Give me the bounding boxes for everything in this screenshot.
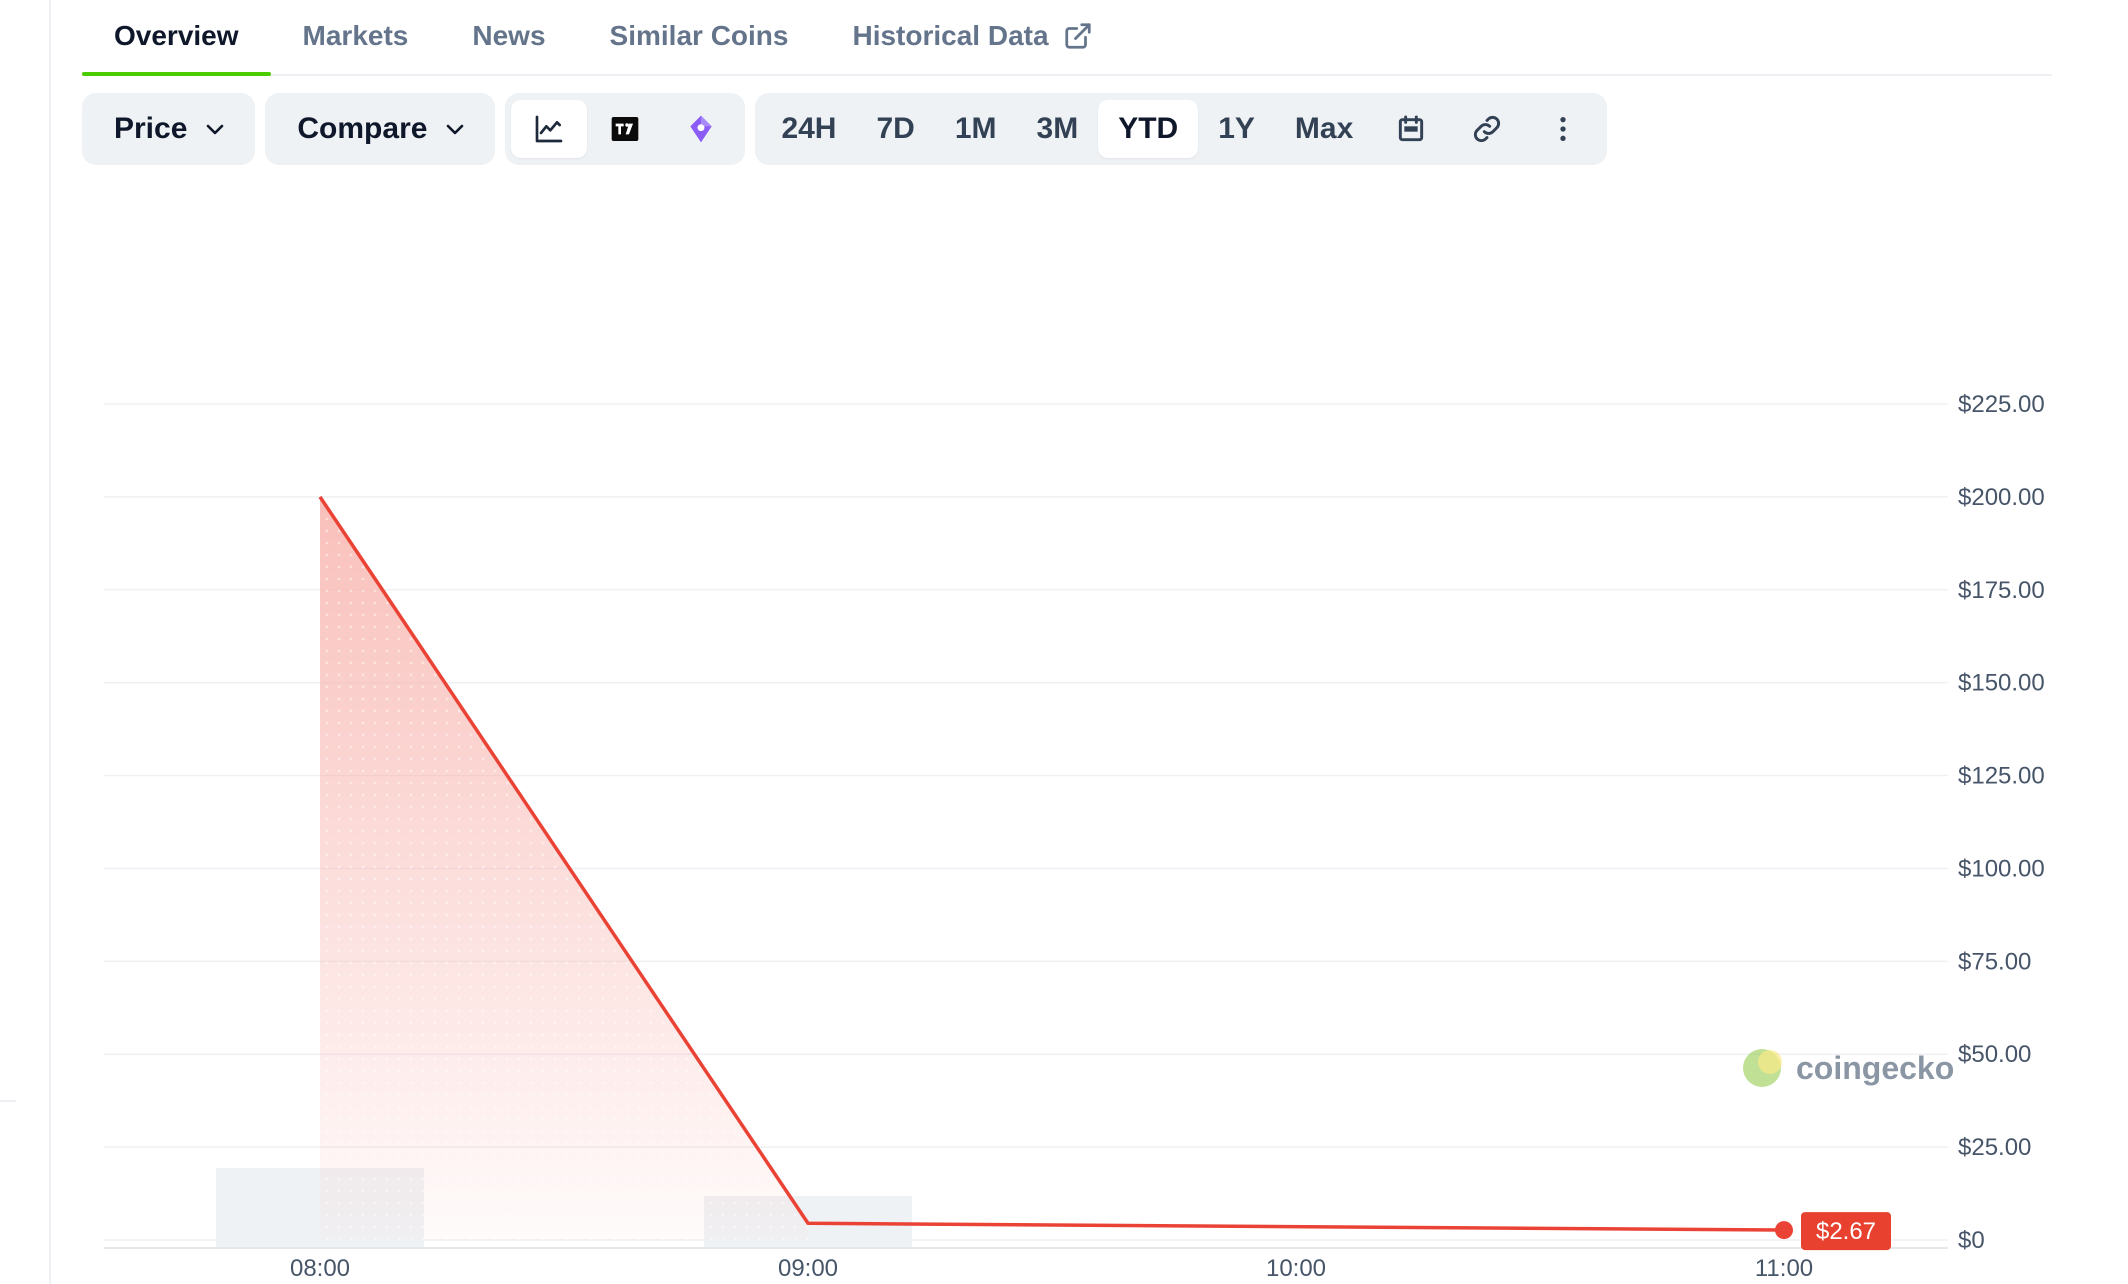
last-price-dot bbox=[1775, 1221, 1793, 1240]
tab-news-label: News bbox=[472, 20, 546, 51]
y-tick-label: $100.00 bbox=[1958, 855, 2045, 882]
tab-markets-label: Markets bbox=[302, 20, 409, 51]
time-range-switcher: 24H 7D 1M 3M YTD 1Y Max bbox=[755, 93, 1608, 165]
chart-type-switcher bbox=[505, 93, 746, 165]
tab-markets[interactable]: Markets bbox=[271, 0, 441, 74]
y-tick-label: $50.00 bbox=[1958, 1041, 2031, 1068]
price-chart[interactable]: $225.00 $200.00 $175.00 $150.00 $125.00 $100.… bbox=[0, 180, 2128, 1284]
range-3m[interactable]: 3M bbox=[1017, 100, 1099, 158]
external-link-icon bbox=[1064, 23, 1091, 49]
tab-overview-label: Overview bbox=[114, 20, 239, 51]
compare-dropdown[interactable]: Compare bbox=[265, 93, 496, 165]
coingecko-watermark: coingecko bbox=[1743, 1049, 1954, 1087]
more-vertical-icon bbox=[1560, 117, 1566, 141]
last-price-label: $2.67 bbox=[1816, 1218, 1876, 1245]
compare-dropdown-label: Compare bbox=[297, 112, 428, 145]
tradingview-icon bbox=[612, 117, 639, 141]
x-tick-label: 10:00 bbox=[1266, 1255, 1326, 1282]
line-chart-icon bbox=[536, 115, 563, 143]
link-icon bbox=[1474, 115, 1501, 143]
tab-similar-coins-label: Similar Coins bbox=[609, 20, 789, 51]
range-1m[interactable]: 1M bbox=[935, 100, 1017, 158]
y-tick-label: $175.00 bbox=[1958, 577, 2045, 604]
line-chart-button[interactable] bbox=[511, 100, 588, 158]
tab-bar: Overview Markets News Similar Coins Hist… bbox=[82, 0, 2052, 76]
ai-chart-icon bbox=[690, 115, 713, 143]
y-axis-labels: $225.00 $200.00 $175.00 $150.00 $125.00 $100.… bbox=[1958, 391, 2045, 1254]
range-1y[interactable]: 1Y bbox=[1198, 100, 1275, 158]
range-ytd[interactable]: YTD bbox=[1098, 100, 1199, 158]
range-24h[interactable]: 24H bbox=[761, 100, 856, 158]
tab-similar-coins[interactable]: Similar Coins bbox=[578, 0, 821, 74]
tab-historical-data[interactable]: Historical Data bbox=[820, 0, 1124, 74]
calendar-button[interactable] bbox=[1373, 100, 1449, 158]
price-chart-svg: $225.00 $200.00 $175.00 $150.00 $125.00 $100.… bbox=[104, 391, 2045, 1282]
x-tick-label: 11:00 bbox=[1755, 1255, 1813, 1282]
x-tick-label: 09:00 bbox=[778, 1255, 838, 1282]
coin-chart-page: Overview Markets News Similar Coins Hist… bbox=[0, 0, 2128, 1284]
chevron-down-icon bbox=[207, 124, 224, 135]
share-link-button[interactable] bbox=[1449, 100, 1525, 158]
coingecko-logo-icon bbox=[1743, 1049, 1782, 1087]
price-dropdown-label: Price bbox=[114, 112, 188, 145]
last-price-marker: $2.67 bbox=[1775, 1212, 1891, 1251]
x-tick-label: 08:00 bbox=[290, 1255, 350, 1282]
x-axis-labels: 08:00 09:00 10:00 11:00 bbox=[290, 1255, 1813, 1282]
y-tick-label: $25.00 bbox=[1958, 1134, 2031, 1161]
y-tick-label: $225.00 bbox=[1958, 391, 2045, 418]
range-max[interactable]: Max bbox=[1275, 100, 1373, 158]
y-tick-label: $125.00 bbox=[1958, 763, 2045, 790]
tab-overview[interactable]: Overview bbox=[82, 0, 271, 76]
ai-chart-button[interactable] bbox=[663, 100, 739, 158]
y-tick-label: $150.00 bbox=[1958, 670, 2045, 697]
tab-news[interactable]: News bbox=[440, 0, 577, 74]
y-tick-label: $200.00 bbox=[1958, 484, 2045, 511]
chart-toolbar: Price Compare 24H 7D 1M 3M YTD 1Y Max bbox=[82, 93, 1608, 165]
more-options-button[interactable] bbox=[1525, 100, 1601, 158]
tab-historical-data-label: Historical Data bbox=[852, 20, 1049, 51]
y-tick-label: $0 bbox=[1958, 1227, 1985, 1254]
y-tick-label: $75.00 bbox=[1958, 948, 2031, 975]
price-dropdown[interactable]: Price bbox=[82, 93, 256, 165]
chevron-down-icon bbox=[447, 124, 464, 135]
watermark-text: coingecko bbox=[1796, 1050, 1954, 1086]
calendar-icon bbox=[1399, 115, 1424, 142]
tradingview-button[interactable] bbox=[587, 100, 663, 158]
range-7d[interactable]: 7D bbox=[856, 100, 934, 158]
